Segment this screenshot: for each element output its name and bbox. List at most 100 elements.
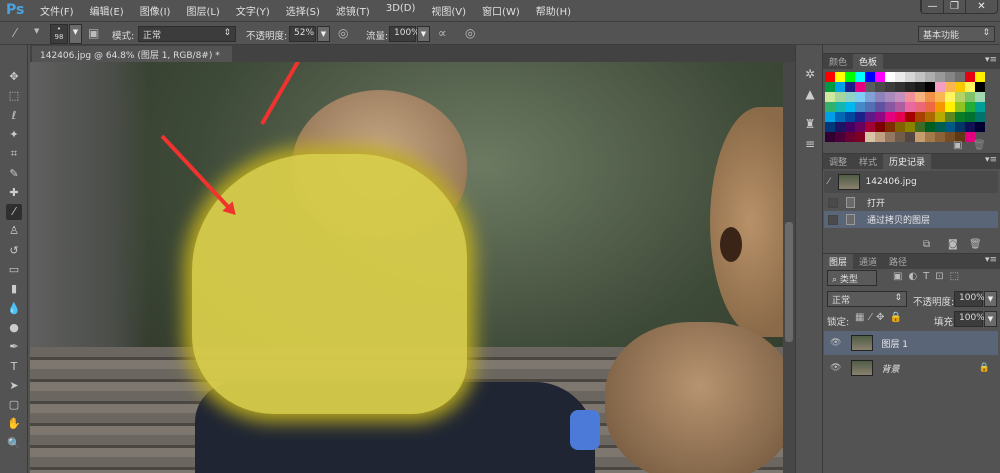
color-swatch[interactable]	[935, 82, 945, 92]
color-swatch[interactable]	[975, 112, 985, 122]
lasso-tool-icon[interactable]: ℓ	[6, 108, 22, 124]
menu-item[interactable]: 3D(D)	[378, 3, 424, 18]
color-swatch[interactable]	[955, 122, 965, 132]
menu-item[interactable]: 文件(F)	[32, 3, 82, 18]
gradient-tool-icon[interactable]: ▮	[6, 281, 22, 297]
color-swatch[interactable]	[975, 122, 985, 132]
lock-icons[interactable]: ▦⁄✥🔒	[855, 312, 907, 323]
color-swatch[interactable]	[915, 112, 925, 122]
color-swatch[interactable]	[825, 82, 835, 92]
brush-tool-icon[interactable]: ⁄	[6, 204, 22, 221]
color-swatch[interactable]	[965, 112, 975, 122]
history-checkbox[interactable]	[828, 214, 838, 225]
color-swatch[interactable]	[955, 102, 965, 112]
eyedropper-icon[interactable]: ✎	[6, 166, 22, 182]
color-swatch[interactable]	[855, 72, 865, 82]
brush-panel-icon[interactable]: ▣	[88, 26, 99, 40]
color-swatch[interactable]	[925, 102, 935, 112]
brush-size-picker[interactable]: • 98	[50, 24, 68, 44]
color-swatch[interactable]	[955, 112, 965, 122]
histogram-icon[interactable]: ▲	[803, 87, 817, 101]
tool-preset-dropdown[interactable]: ▼	[34, 27, 39, 35]
color-swatch[interactable]	[925, 82, 935, 92]
color-swatch[interactable]	[925, 92, 935, 102]
color-swatch[interactable]	[845, 92, 855, 102]
workspace-select[interactable]: 基本功能 ⇕	[918, 26, 995, 42]
layer-filter-select[interactable]: ⌕ 类型	[827, 270, 877, 286]
color-swatch[interactable]	[955, 72, 965, 82]
color-swatch[interactable]	[835, 122, 845, 132]
history-item[interactable]: 打开	[824, 194, 998, 211]
pen-tool-icon[interactable]: ✒	[6, 339, 22, 355]
magic-wand-icon[interactable]: ✦	[6, 127, 22, 143]
close-button[interactable]: ✕	[965, 0, 997, 13]
color-swatch[interactable]	[875, 82, 885, 92]
color-swatch[interactable]	[965, 82, 975, 92]
color-swatch[interactable]	[895, 92, 905, 102]
menu-item[interactable]: 选择(S)	[278, 3, 328, 18]
color-swatch[interactable]	[975, 92, 985, 102]
panel-menu-icon[interactable]: ▾≡	[985, 155, 997, 165]
menu-item[interactable]: 窗口(W)	[474, 3, 528, 18]
color-swatch[interactable]	[855, 122, 865, 132]
color-swatch[interactable]	[895, 82, 905, 92]
color-swatch[interactable]	[875, 112, 885, 122]
menu-item[interactable]: 滤镜(T)	[328, 3, 378, 18]
menu-item[interactable]: 编辑(E)	[82, 3, 132, 18]
color-swatch[interactable]	[895, 102, 905, 112]
zoom-tool-icon[interactable]: 🔍	[6, 436, 22, 452]
tab-swatches[interactable]: 色板	[853, 54, 884, 69]
color-swatch[interactable]	[945, 102, 955, 112]
color-swatch[interactable]	[975, 82, 985, 92]
color-swatch[interactable]	[855, 112, 865, 122]
color-swatch[interactable]	[915, 102, 925, 112]
blur-tool-icon[interactable]: 💧	[6, 301, 22, 317]
color-swatch[interactable]	[935, 72, 945, 82]
filter-icons[interactable]: ▣◐T⊡⬚	[893, 271, 965, 282]
properties-icon[interactable]: ≡	[803, 137, 817, 151]
menu-item[interactable]: 帮助(H)	[528, 3, 579, 18]
color-swatch[interactable]	[975, 72, 985, 82]
color-swatch[interactable]	[885, 82, 895, 92]
color-swatch[interactable]	[875, 92, 885, 102]
color-swatch[interactable]	[965, 72, 975, 82]
color-swatch[interactable]	[845, 82, 855, 92]
path-selection-icon[interactable]: ➤	[6, 378, 22, 394]
color-swatch[interactable]	[915, 82, 925, 92]
history-snapshot[interactable]: ⁄ 142406.jpg	[824, 171, 998, 193]
color-swatch[interactable]	[905, 102, 915, 112]
color-swatch[interactable]	[895, 122, 905, 132]
airbrush-icon[interactable]: ∝	[438, 26, 447, 40]
color-swatch[interactable]	[825, 122, 835, 132]
clone-stamp-icon[interactable]: ♙	[6, 223, 22, 239]
color-swatch[interactable]	[945, 82, 955, 92]
restore-button[interactable]: ❐	[943, 0, 965, 13]
history-brush-icon[interactable]: ↺	[6, 243, 22, 259]
color-swatch[interactable]	[915, 92, 925, 102]
color-swatch[interactable]	[935, 112, 945, 122]
tab-color[interactable]: 颜色	[823, 54, 853, 69]
color-swatch[interactable]	[825, 112, 835, 122]
color-swatch[interactable]	[875, 132, 885, 142]
color-swatch[interactable]	[845, 112, 855, 122]
menu-item[interactable]: 图层(L)	[178, 3, 227, 18]
color-swatch[interactable]	[885, 102, 895, 112]
color-swatch[interactable]	[865, 132, 875, 142]
eraser-icon[interactable]: ▭	[6, 262, 22, 278]
panel-menu-icon[interactable]: ▾≡	[985, 255, 997, 265]
color-swatch[interactable]	[835, 112, 845, 122]
color-swatch[interactable]	[935, 92, 945, 102]
color-swatch[interactable]	[865, 122, 875, 132]
tab-adjustments[interactable]: 调整	[823, 154, 853, 169]
color-swatch[interactable]	[915, 132, 925, 142]
color-swatch[interactable]	[895, 112, 905, 122]
tab-channels[interactable]: 通道	[853, 254, 883, 269]
color-swatch[interactable]	[975, 102, 985, 112]
color-swatch[interactable]	[905, 132, 915, 142]
layer-row-selected[interactable]: 👁 图层 1	[824, 331, 998, 355]
color-swatch[interactable]	[905, 92, 915, 102]
vertical-scrollbar[interactable]	[783, 62, 795, 473]
color-swatch[interactable]	[865, 72, 875, 82]
color-swatch[interactable]	[945, 122, 955, 132]
color-swatch[interactable]	[835, 82, 845, 92]
